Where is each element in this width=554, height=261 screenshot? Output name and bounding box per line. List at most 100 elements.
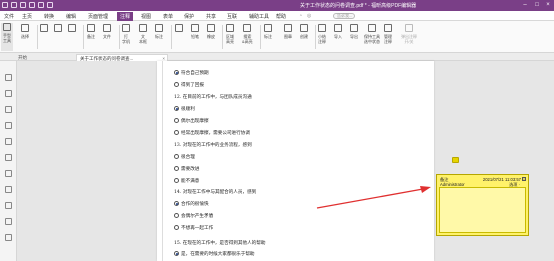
export-icon xyxy=(350,24,358,32)
open-icon[interactable] xyxy=(11,2,17,8)
select-tool-button[interactable]: 选择 xyxy=(21,24,29,39)
menu-share[interactable]: 共享 xyxy=(206,13,216,20)
menu-edit[interactable]: 编辑 xyxy=(66,13,76,20)
keep-tool-selected-button[interactable]: 保持工具 选中状态 xyxy=(364,24,380,44)
note-text-area[interactable] xyxy=(439,187,526,233)
highlight-text-button[interactable] xyxy=(40,24,48,34)
close-note-icon[interactable]: × xyxy=(522,177,526,181)
window-title: 关于工作状态的问卷调查.pdf * - 福昕高级PDF编辑器 xyxy=(300,3,417,9)
menu-form[interactable]: 表单 xyxy=(163,13,173,20)
radio-option[interactable] xyxy=(174,213,179,218)
highlight-text-icon xyxy=(40,24,48,32)
textbox-icon xyxy=(139,24,147,32)
maximize-button[interactable]: □ xyxy=(532,1,542,10)
keep-tool-icon xyxy=(368,24,376,32)
area-highlight-button[interactable]: 区域 高亮 xyxy=(226,24,234,44)
tab-document[interactable]: 关于工作状态的问卷调查... × xyxy=(76,54,168,61)
stamp-button[interactable]: 图章 xyxy=(284,24,292,39)
radio-option[interactable] xyxy=(174,82,179,87)
save-icon[interactable] xyxy=(20,2,26,8)
menu-connect[interactable]: 互联 xyxy=(227,13,237,20)
radio-option[interactable] xyxy=(174,106,179,111)
minimize-button[interactable]: – xyxy=(520,1,530,10)
summary-icon xyxy=(318,24,326,32)
radio-option[interactable] xyxy=(174,118,179,123)
summarize-comments-button[interactable]: 小结 注释 xyxy=(318,24,326,44)
pages-icon[interactable] xyxy=(5,122,12,129)
radio-option[interactable] xyxy=(174,70,179,75)
option-text: 很合理 xyxy=(181,155,195,160)
popup-notes-toggle-button[interactable]: 弹出注释 开/关 xyxy=(401,24,417,44)
pencil-icon xyxy=(191,24,199,32)
menu-protect[interactable]: 保护 xyxy=(184,13,194,20)
undo-icon[interactable] xyxy=(38,2,44,8)
import-button[interactable]: 导入 xyxy=(334,24,342,39)
note-button[interactable]: 备注 xyxy=(87,24,95,39)
menu-view[interactable]: 视图 xyxy=(141,13,151,20)
note-marker-icon[interactable] xyxy=(452,157,459,163)
eraser-button[interactable]: 橡皮 xyxy=(207,24,215,39)
print-icon[interactable] xyxy=(29,2,35,8)
menu-comment[interactable]: 注释 xyxy=(117,12,134,21)
shapes-button[interactable] xyxy=(175,24,183,34)
bell-icon[interactable]: ◎ xyxy=(307,13,311,19)
ribbon-divider xyxy=(222,25,223,49)
close-window-button[interactable]: × xyxy=(543,1,553,10)
radio-option[interactable] xyxy=(174,225,179,230)
destination-icon[interactable] xyxy=(5,202,12,209)
ruler-icon xyxy=(264,24,272,32)
menu-bar: 文件 主页 转换 编辑 页面管理 注释 视图 表单 保护 共享 互联 辅助工具 … xyxy=(0,11,554,21)
radio-option[interactable] xyxy=(174,130,179,135)
option-text: 不想再一起工作 xyxy=(181,226,214,231)
callout-button[interactable]: 标注 xyxy=(155,24,163,39)
search-highlight-icon xyxy=(243,24,252,32)
radio-option[interactable] xyxy=(174,154,179,159)
text-tool-button[interactable] xyxy=(54,24,62,34)
note-popup-header[interactable]: 备注 Administrator 2021/07/21 11:03:57 选项 … xyxy=(438,176,527,187)
tags-icon[interactable] xyxy=(5,234,12,241)
menu-home[interactable]: 主页 xyxy=(22,13,32,20)
cursor-icon xyxy=(21,24,29,32)
comments-icon[interactable] xyxy=(5,138,12,145)
typewriter-icon xyxy=(122,24,130,32)
tab-start[interactable]: 开始 xyxy=(15,54,75,61)
search-highlight-button[interactable]: 搜索 &高亮 xyxy=(242,24,253,44)
hand-tool-button[interactable]: 手型 工具 xyxy=(1,23,13,51)
file-attachment-button[interactable]: 文件 xyxy=(103,24,111,39)
ribbon-toolbar: 手型 工具 选择 备注 文件 打 字机 文 本框 标注 铅笔 橡皮 区域 高亮 … xyxy=(0,21,554,53)
left-sidebar xyxy=(0,61,17,261)
bookmark-icon[interactable] xyxy=(5,74,12,81)
menu-file[interactable]: 文件 xyxy=(4,13,14,20)
manage-comments-button[interactable]: 管理 注释 xyxy=(384,24,392,44)
menu-page-manage[interactable]: 页面管理 xyxy=(88,13,108,20)
measure-button[interactable]: 标注 xyxy=(264,24,272,39)
popup-note-icon xyxy=(405,24,413,32)
menu-convert[interactable]: 转换 xyxy=(44,13,54,20)
signature-icon[interactable] xyxy=(5,154,12,161)
menu-help[interactable]: 帮助 xyxy=(276,13,286,20)
create-button[interactable]: 创建 xyxy=(300,24,308,39)
typewriter-button[interactable]: 打 字机 xyxy=(122,24,130,44)
radio-option[interactable] xyxy=(174,166,179,171)
content-icon[interactable] xyxy=(5,218,12,225)
attachment-icon[interactable] xyxy=(5,106,12,113)
red-arrow-annotation xyxy=(316,186,431,209)
question-text: 13. 对现在的工作中的业务流程，感到 xyxy=(174,143,252,148)
document-icon[interactable] xyxy=(5,170,12,177)
radio-option[interactable] xyxy=(174,251,179,256)
textbox-button[interactable]: 文 本框 xyxy=(139,24,147,44)
eraser-icon xyxy=(207,24,215,32)
pencil-button[interactable]: 铅笔 xyxy=(191,24,199,39)
option-text: 合作的很愉快 xyxy=(181,202,209,207)
question-text: 15. 在现在的工作中，是否得到其他人的帮助 xyxy=(174,241,266,246)
strikeout-text-button[interactable] xyxy=(68,24,76,34)
redo-icon[interactable] xyxy=(47,2,53,8)
layers-icon[interactable] xyxy=(5,90,12,97)
export-button[interactable]: 导出 xyxy=(350,24,358,39)
note-popup[interactable]: 备注 Administrator 2021/07/21 11:03:57 选项 … xyxy=(436,174,529,236)
ribbon-divider xyxy=(315,25,316,49)
radio-option[interactable] xyxy=(174,178,179,183)
menu-accessibility[interactable]: 辅助工具 xyxy=(249,13,269,20)
security-icon[interactable] xyxy=(5,186,12,193)
radio-option[interactable] xyxy=(174,201,179,206)
